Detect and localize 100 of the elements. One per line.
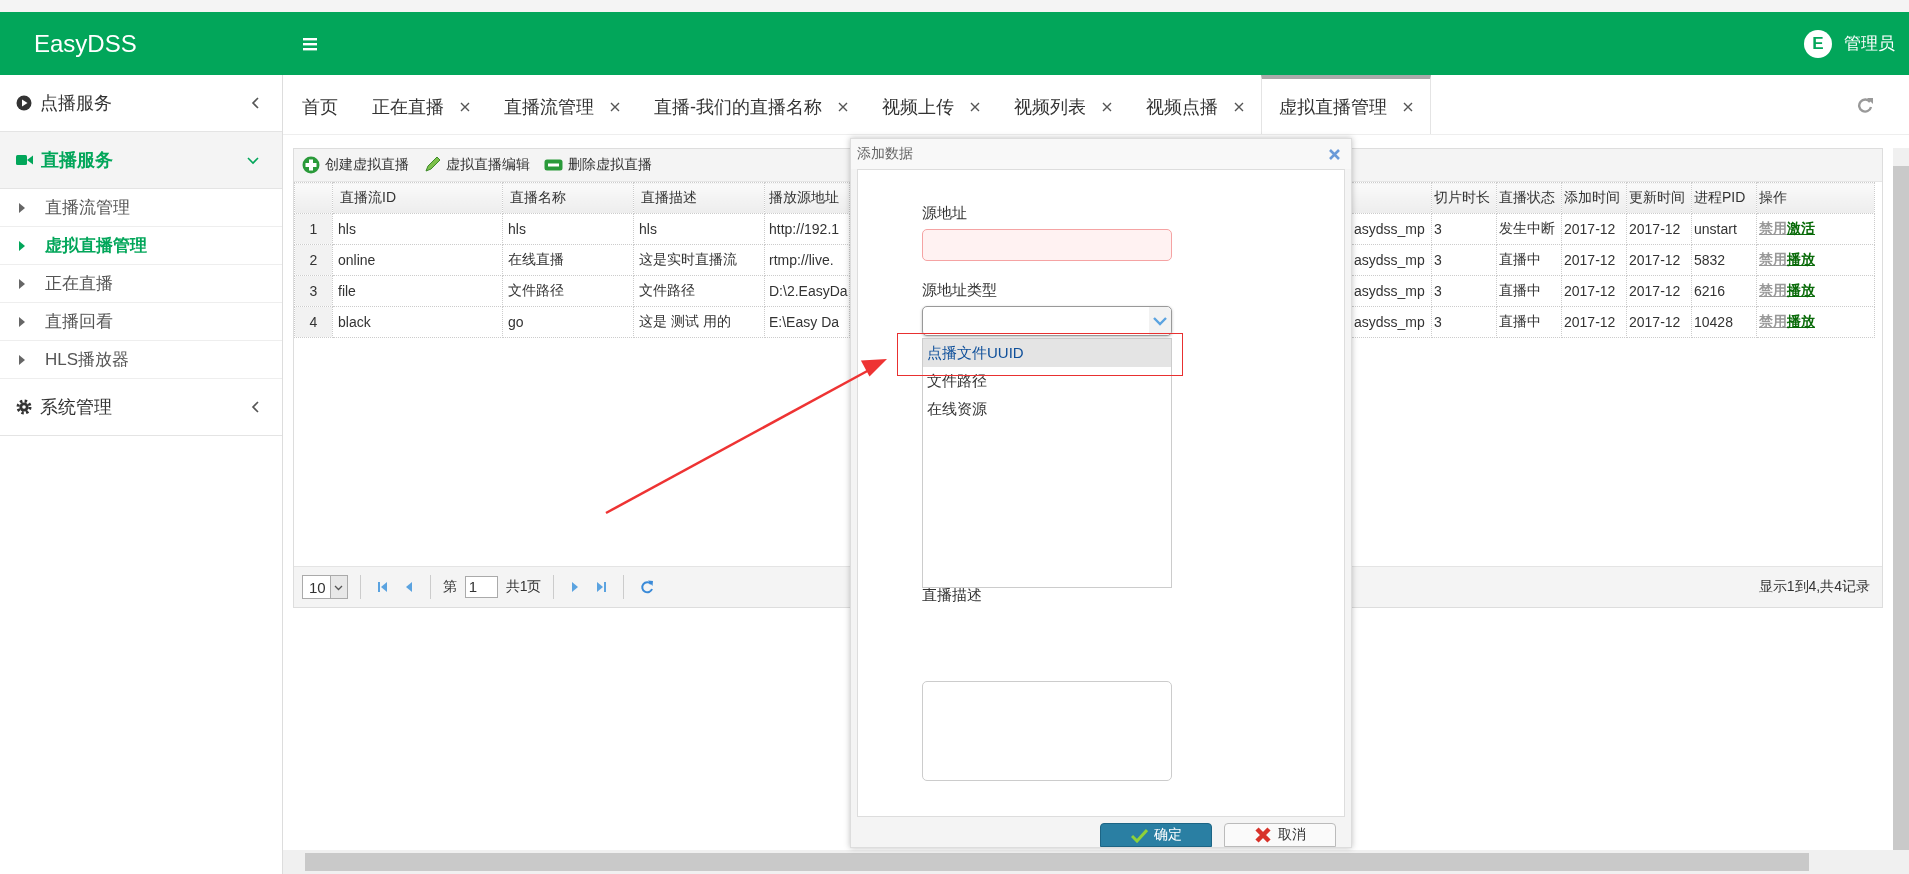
table-cell: 3 [1431,244,1497,276]
refresh-icon[interactable] [1857,96,1873,113]
table-cell: 直播中 [1496,275,1562,307]
close-icon[interactable] [1234,101,1244,112]
column-header[interactable]: 更新时间 [1626,182,1692,214]
row-number: 3 [294,275,333,307]
tab[interactable]: 直播-我们的直播名称 [637,75,865,134]
caret-right-icon [18,316,26,327]
action-link[interactable]: 激活 [1787,220,1815,236]
close-icon[interactable] [460,101,470,112]
sidebar-item[interactable]: 直播流管理 [0,189,282,227]
table-cell: 文件路径 [502,275,634,307]
tab[interactable]: 视频点播 [1129,75,1261,134]
action-link[interactable]: 播放 [1787,251,1815,267]
app-logo-text: EasyDSS [33,29,138,58]
video-camera-icon [16,152,33,168]
last-page-icon[interactable] [596,580,608,594]
table-cell: black [332,306,503,338]
chevron-left-icon [250,96,260,110]
column-header[interactable]: 操作 [1756,182,1875,214]
table-cell: 2017-12 [1626,275,1692,307]
table-cell: 2017-12 [1561,244,1627,276]
field-label: 源地址类型 [922,280,997,300]
table-cell: 这是 测试 用的 [633,306,765,338]
table-cell: 2017-12 [1561,275,1627,307]
input-field[interactable] [922,229,1172,261]
record-summary: 显示1到4,共4记录 [1758,578,1870,596]
table-cell: 发生中断 [1496,213,1562,245]
row-number: 4 [294,306,333,338]
table-cell: hls [502,213,634,245]
table-cell: 3 [1431,306,1497,338]
user-avatar: E [1804,29,1832,58]
table-cell: 这是实时直播流 [633,244,765,276]
table-cell: 在线直播 [502,244,634,276]
close-icon[interactable] [970,101,980,112]
action-link[interactable]: 播放 [1787,313,1815,329]
table-cell: 2017-12 [1626,306,1692,338]
column-header[interactable]: 切片时长 [1431,182,1497,214]
table-cell: 直播中 [1496,244,1562,276]
column-header[interactable]: 播放源地址 [764,182,850,214]
table-cell: hls [633,213,765,245]
field-label: 源地址 [922,203,967,223]
vertical-scrollbar[interactable] [1893,148,1909,850]
close-icon[interactable] [610,101,620,112]
check-icon [1130,827,1148,843]
tab[interactable]: 正在直播 [355,75,487,134]
sidebar-section[interactable]: 系统管理 [0,379,282,436]
settings-icon [16,399,32,415]
close-icon[interactable] [838,101,848,112]
tab[interactable]: 视频上传 [865,75,997,134]
tab[interactable]: 虚拟直播管理 [1261,75,1431,134]
chevron-down-icon [1152,315,1168,327]
tab[interactable]: 首页 [285,75,355,134]
page-number-field[interactable]: 1 [464,576,498,598]
page-label: 第 [442,578,457,596]
toolbar-button[interactable]: 删除虚拟直播 [544,156,652,174]
toolbar-button[interactable]: 虚拟直播编辑 [423,156,530,174]
menu-icon[interactable] [303,36,317,51]
table-cell: file [332,275,503,307]
row-number: 1 [294,213,333,245]
row-number: 2 [294,244,333,276]
column-header[interactable]: 直播描述 [633,182,765,214]
table-cell: 2017-12 [1626,213,1692,245]
close-icon[interactable] [1102,101,1112,112]
confirm-button[interactable]: 确定 [1100,823,1212,847]
tab[interactable]: 直播流管理 [487,75,637,134]
tab[interactable]: 视频列表 [997,75,1129,134]
toolbar-button[interactable]: 创建虚拟直播 [302,156,409,174]
table-cell: 3 [1431,275,1497,307]
sidebar-item[interactable]: 正在直播 [0,265,282,303]
column-header[interactable]: 直播状态 [1496,182,1562,214]
text-area[interactable] [922,681,1172,781]
action-link[interactable]: 播放 [1787,282,1815,298]
table-cell: hls [332,213,503,245]
table-cell: go [502,306,634,338]
column-header[interactable]: 直播名称 [502,182,634,214]
field-label: 直播描述 [922,585,982,605]
page-size-select[interactable]: 10 [302,575,348,599]
horizontal-scrollbar[interactable] [283,850,1909,874]
dropdown-option[interactable]: 在线资源 [923,395,1171,423]
cancel-button[interactable]: 取消 [1224,823,1336,847]
chevron-left-icon [250,400,260,414]
table-cell: 10428 [1691,306,1757,338]
sidebar-item[interactable]: 直播回看 [0,303,282,341]
table-cell: 2017-12 [1561,306,1627,338]
column-header[interactable]: 直播流ID [332,182,503,214]
pencil-icon [423,156,441,174]
refresh-icon[interactable] [640,580,654,594]
table-cell: 2017-12 [1626,244,1692,276]
dropdown-option[interactable]: 点播文件UUID [923,339,1171,367]
table-cell: rtmp://live. [764,244,850,276]
table-cell: 5832 [1691,244,1757,276]
first-page-icon[interactable] [376,580,388,594]
close-icon[interactable] [1403,101,1413,112]
column-header[interactable]: 进程PID [1691,182,1757,214]
dropdown-field[interactable] [922,306,1172,336]
column-header[interactable]: 添加时间 [1561,182,1627,214]
table-cell: 3 [1431,213,1497,245]
table-cell: 6216 [1691,275,1757,307]
sidebar-item[interactable]: HLS播放器 [0,341,282,379]
